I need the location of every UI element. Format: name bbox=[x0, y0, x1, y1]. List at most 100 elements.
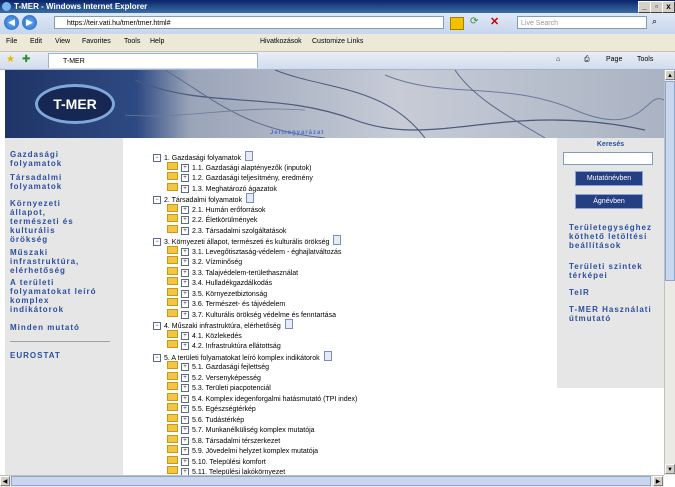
nav-kornyezeti[interactable]: Környezeti állapot, természeti és kultur… bbox=[10, 199, 90, 244]
lock-icon[interactable] bbox=[450, 17, 464, 30]
keyword-search-input[interactable] bbox=[563, 152, 653, 165]
tree-item[interactable]: +5.4. Komplex idegenforgalmi hatásmutató… bbox=[167, 393, 357, 403]
tree-item[interactable]: +5.3. Területi piacpotenciál bbox=[167, 382, 271, 392]
print-icon[interactable]: ⎙ bbox=[584, 56, 590, 64]
expand-icon[interactable]: + bbox=[181, 269, 189, 277]
nav-muszaki[interactable]: Műszaki infrastruktúra, elérhetőség bbox=[10, 248, 105, 275]
forward-button[interactable]: ▶ bbox=[22, 15, 37, 30]
link-territorial-maps[interactable]: Területi szintek térképei bbox=[569, 262, 661, 280]
tree-item[interactable]: +5.2. Versenyképesség bbox=[167, 372, 261, 382]
add-favorite-icon[interactable]: ✚ bbox=[22, 54, 30, 65]
refresh-icon[interactable]: ⟳ bbox=[470, 16, 478, 27]
expand-icon[interactable]: + bbox=[181, 395, 189, 403]
tree-item[interactable]: +5.10. Települési komfort bbox=[167, 456, 266, 466]
tree-group[interactable]: −3. Környezeti állapot, természeti és ku… bbox=[153, 235, 342, 246]
expand-icon[interactable]: + bbox=[181, 468, 189, 475]
document-icon[interactable] bbox=[333, 235, 342, 245]
customize-links[interactable]: Customize Links bbox=[312, 38, 363, 45]
links-label[interactable]: Hivatkozások bbox=[260, 38, 302, 45]
tree-item[interactable]: +3.6. Természet- és tájvédelem bbox=[167, 298, 285, 308]
tools-menu[interactable]: Tools bbox=[637, 56, 653, 63]
tree-item[interactable]: +3.5. Környezetbiztonság bbox=[167, 288, 267, 298]
vertical-scrollbar[interactable]: ▲ ▼ bbox=[664, 70, 675, 475]
expand-icon[interactable]: + bbox=[181, 258, 189, 266]
expand-icon[interactable]: + bbox=[181, 384, 189, 392]
expand-icon[interactable]: + bbox=[181, 363, 189, 371]
tree-item[interactable]: +4.2. Infrastruktúra ellátottság bbox=[167, 340, 281, 350]
tab-tmer[interactable]: T-MER bbox=[48, 53, 258, 68]
menu-edit[interactable]: Edit bbox=[30, 38, 42, 45]
home-icon[interactable]: ⌂ bbox=[556, 56, 560, 63]
collapse-icon[interactable]: − bbox=[153, 322, 161, 330]
link-user-guide[interactable]: T-MER Használati útmutató bbox=[569, 305, 661, 323]
menu-view[interactable]: View bbox=[55, 38, 70, 45]
horizontal-scroll-thumb[interactable] bbox=[11, 476, 651, 486]
scroll-right-arrow[interactable]: ▶ bbox=[653, 476, 663, 486]
tree-group[interactable]: −5. A területi folyamatokat leíró komple… bbox=[153, 351, 332, 362]
tree-item[interactable]: +5.7. Munkanélküliség komplex mutatója bbox=[167, 424, 315, 434]
close-button[interactable]: x bbox=[662, 1, 675, 13]
menu-tools[interactable]: Tools bbox=[124, 38, 140, 45]
tree-group[interactable]: −2. Társadalmi folyamatok bbox=[153, 193, 255, 204]
expand-icon[interactable]: + bbox=[181, 164, 189, 172]
search-input[interactable]: Live Search bbox=[517, 16, 647, 29]
stop-icon[interactable]: ✕ bbox=[490, 15, 499, 28]
tree-item[interactable]: +3.3. Talajvédelem-területhasználat bbox=[167, 267, 298, 277]
tree-item[interactable]: +1.2. Gazdasági teljesítmény, eredmény bbox=[167, 172, 313, 182]
tree-item[interactable]: +3.2. Vízminőség bbox=[167, 256, 242, 266]
expand-icon[interactable]: + bbox=[181, 437, 189, 445]
expand-icon[interactable]: + bbox=[181, 332, 189, 340]
favorites-star-icon[interactable]: ★ bbox=[6, 54, 15, 65]
scroll-up-arrow[interactable]: ▲ bbox=[665, 70, 675, 80]
document-icon[interactable] bbox=[323, 351, 332, 361]
tree-item[interactable]: +5.6. Tudástérkép bbox=[167, 414, 244, 424]
menu-file[interactable]: File bbox=[6, 38, 17, 45]
expand-icon[interactable]: + bbox=[181, 290, 189, 298]
collapse-icon[interactable]: − bbox=[153, 354, 161, 362]
tree-item[interactable]: +1.1. Gazdasági alaptényezők (inputok) bbox=[167, 162, 311, 172]
collapse-icon[interactable]: − bbox=[153, 196, 161, 204]
document-icon[interactable] bbox=[284, 319, 293, 329]
page-menu[interactable]: Page bbox=[606, 56, 622, 63]
expand-icon[interactable]: + bbox=[181, 416, 189, 424]
expand-icon[interactable]: + bbox=[181, 374, 189, 382]
search-by-indicator-button[interactable]: Mutatónévben bbox=[575, 171, 643, 186]
nav-tarsadalmi[interactable]: Társadalmi folyamatok bbox=[10, 173, 90, 191]
collapse-icon[interactable]: − bbox=[153, 238, 161, 246]
nav-gazdasagi[interactable]: Gazdasági folyamatok bbox=[10, 150, 90, 168]
expand-icon[interactable]: + bbox=[181, 426, 189, 434]
search-by-branch-button[interactable]: Ágnévben bbox=[575, 194, 643, 209]
tree-group[interactable]: −1. Gazdasági folyamatok bbox=[153, 151, 254, 162]
expand-icon[interactable]: + bbox=[181, 185, 189, 193]
expand-icon[interactable]: + bbox=[181, 206, 189, 214]
tree-item[interactable]: +5.5. Egészségtérkép bbox=[167, 403, 256, 413]
scroll-down-arrow[interactable]: ▼ bbox=[665, 464, 675, 474]
expand-icon[interactable]: + bbox=[181, 174, 189, 182]
nav-eurostat[interactable]: EUROSTAT bbox=[10, 351, 90, 360]
url-input[interactable]: https://teir.vati.hu/tmer/tmer.html# bbox=[54, 16, 444, 29]
expand-icon[interactable]: + bbox=[181, 311, 189, 319]
nav-minden-mutato[interactable]: Minden mutató bbox=[10, 323, 115, 332]
expand-icon[interactable]: + bbox=[181, 248, 189, 256]
search-icon[interactable]: ⌕ bbox=[652, 16, 657, 27]
document-icon[interactable] bbox=[246, 193, 255, 203]
tree-item[interactable]: +3.1. Levegőtisztaság-védelem - éghajlat… bbox=[167, 246, 341, 256]
tree-item[interactable]: +5.8. Társadalmi térszerkezet bbox=[167, 435, 280, 445]
collapse-icon[interactable]: − bbox=[153, 154, 161, 162]
expand-icon[interactable]: + bbox=[181, 279, 189, 287]
tree-item[interactable]: +4.1. Közlekedés bbox=[167, 330, 242, 340]
tree-item[interactable]: +5.9. Jövedelmi helyzet komplex mutatója bbox=[167, 445, 318, 455]
expand-icon[interactable]: + bbox=[181, 405, 189, 413]
tree-item[interactable]: +3.4. Hulladékgazdálkodás bbox=[167, 277, 272, 287]
document-icon[interactable] bbox=[245, 151, 254, 161]
tree-item[interactable]: +2.1. Humán erőforrások bbox=[167, 204, 266, 214]
expand-icon[interactable]: + bbox=[181, 227, 189, 235]
link-download-settings[interactable]: Területegységhez köthető letöltési beáll… bbox=[569, 223, 661, 250]
nav-komplex[interactable]: A területi folyamatokat leíró komplex in… bbox=[10, 278, 105, 314]
menu-help[interactable]: Help bbox=[150, 38, 164, 45]
expand-icon[interactable]: + bbox=[181, 216, 189, 224]
scroll-left-arrow[interactable]: ◀ bbox=[0, 476, 10, 486]
tree-item[interactable]: +1.3. Meghatározó ágazatok bbox=[167, 183, 277, 193]
tree-item[interactable]: +3.7. Kulturális örökség védelme és fenn… bbox=[167, 309, 336, 319]
tree-item[interactable]: +2.2. Életkörülmények bbox=[167, 214, 257, 224]
